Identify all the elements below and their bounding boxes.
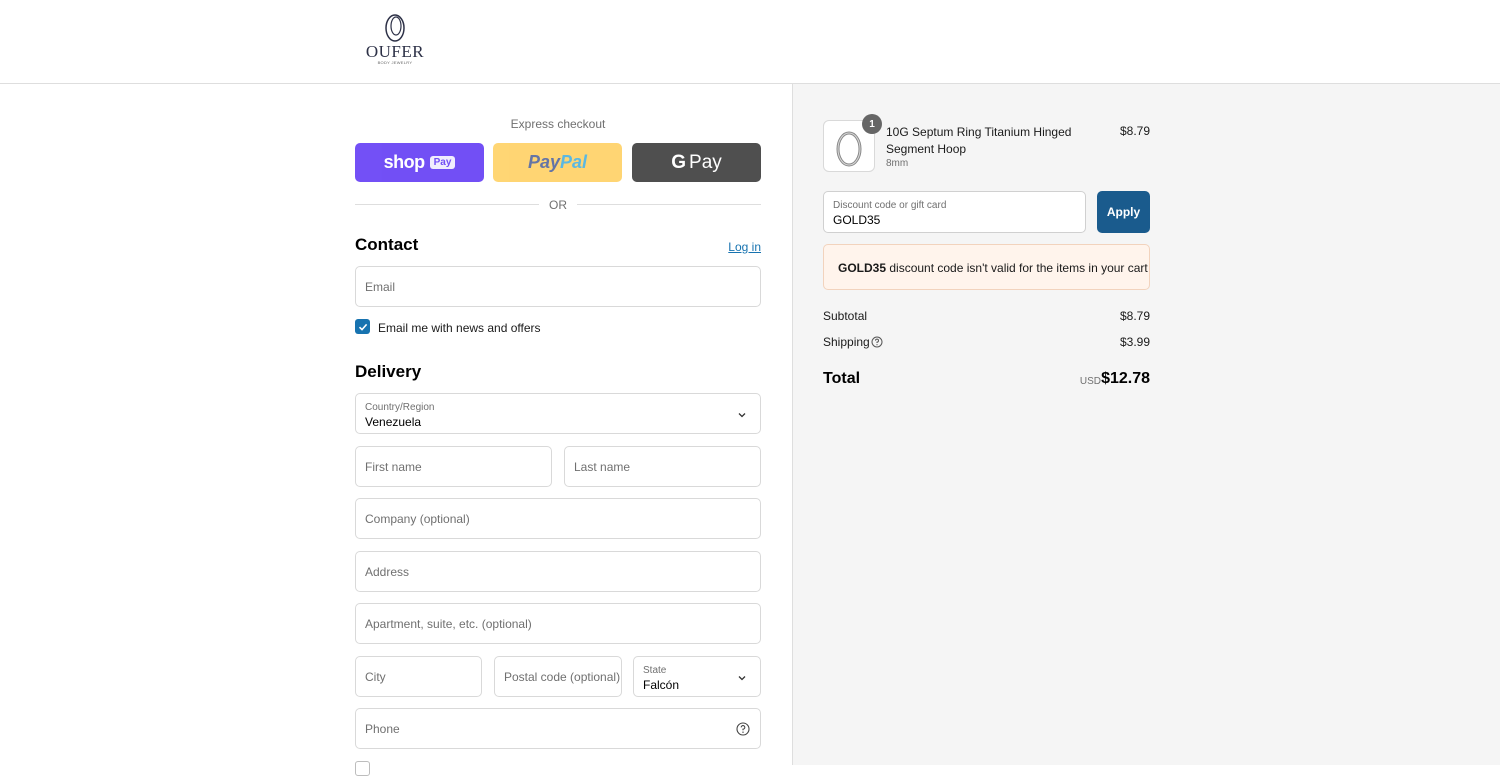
paypal-word-part2: Pal [560, 152, 588, 172]
shipping-value: $3.99 [1119, 335, 1150, 349]
newsletter-label: Email me with news and offers [378, 321, 541, 335]
shop-pay-word: shop [383, 152, 426, 172]
contact-title: Contact [355, 235, 419, 254]
subtotal-label: Subtotal [823, 309, 868, 323]
paypal-word-part1: Pay [527, 152, 560, 172]
country-label: Country/Region [365, 402, 435, 413]
partial-checkbox[interactable] [355, 761, 370, 776]
phone-placeholder: Phone [365, 722, 400, 736]
express-checkout-title: Express checkout [510, 117, 606, 131]
brand-name: OUFER [365, 42, 425, 61]
apartment-placeholder: Apartment, suite, etc. (optional) [365, 617, 532, 631]
state-select[interactable]: State Falcón [633, 656, 761, 697]
delivery-title: Delivery [355, 362, 422, 381]
brand-tagline: BODY JEWELRY [377, 60, 413, 65]
state-label: State [643, 665, 667, 676]
subtotal-value: $8.79 [1119, 309, 1150, 323]
shipping-label: Shipping [823, 335, 870, 349]
first-name-field[interactable]: First name [355, 446, 552, 487]
shipping-help-icon[interactable] [871, 336, 883, 348]
quantity-badge: 1 [862, 114, 882, 134]
brand-logo[interactable]: OUFER BODY JEWELRY [362, 12, 428, 70]
company-placeholder: Company (optional) [365, 512, 470, 526]
header: OUFER BODY JEWELRY [0, 0, 1500, 84]
product-variant: 8mm [886, 158, 909, 169]
shop-pay-button[interactable]: shop Pay [355, 143, 484, 182]
discount-error-text: discount code isn't valid for the items … [886, 261, 1148, 275]
postal-code-placeholder: Postal code (optional) [504, 670, 621, 684]
discount-value: GOLD35 [833, 213, 881, 227]
apartment-field[interactable]: Apartment, suite, etc. (optional) [355, 603, 761, 644]
company-field[interactable]: Company (optional) [355, 498, 761, 539]
total-label: Total [823, 370, 861, 387]
address-field[interactable]: Address [355, 551, 761, 592]
logo-mark-icon [385, 14, 405, 42]
email-field[interactable]: Email [355, 266, 761, 307]
chevron-down-icon [738, 676, 746, 681]
order-summary-pane [792, 84, 1500, 765]
shop-pay-badge: Pay [429, 156, 456, 169]
product-name: 10G Septum Ring Titanium Hinged Segment … [886, 125, 1072, 156]
divider-line-right [577, 204, 761, 205]
or-divider: OR [355, 197, 761, 213]
google-pay-button[interactable]: G Pay [632, 143, 761, 182]
country-value: Venezuela [365, 415, 422, 429]
discount-error-code: GOLD35 [838, 261, 887, 275]
or-label: OR [549, 198, 567, 212]
login-link[interactable]: Log in [700, 240, 761, 254]
google-pay-word: Pay [689, 151, 722, 173]
discount-error-message: GOLD35 discount code isn't valid for the… [838, 261, 1148, 275]
address-placeholder: Address [365, 565, 410, 579]
help-circle-icon[interactable] [736, 722, 750, 736]
last-name-placeholder: Last name [574, 460, 631, 474]
google-g-icon: G [671, 151, 687, 173]
apply-discount-button[interactable]: Apply [1097, 191, 1150, 233]
total-value: $12.78 [1101, 370, 1150, 387]
newsletter-checkbox[interactable] [355, 319, 370, 334]
chevron-down-icon [738, 413, 746, 418]
email-placeholder: Email [365, 280, 396, 294]
country-select[interactable]: Country/Region Venezuela [355, 393, 761, 434]
discount-code-field[interactable]: Discount code or gift card GOLD35 [823, 191, 1086, 233]
state-value: Falcón [643, 678, 680, 692]
paypal-button[interactable]: PayPal [493, 143, 622, 182]
discount-error-banner: GOLD35 discount code isn't valid for the… [823, 244, 1150, 290]
postal-code-field[interactable]: Postal code (optional) [494, 656, 622, 697]
first-name-placeholder: First name [365, 460, 422, 474]
phone-field[interactable]: Phone [355, 708, 761, 749]
last-name-field[interactable]: Last name [564, 446, 761, 487]
paypal-logo: PayPal [528, 152, 587, 173]
discount-label: Discount code or gift card [833, 200, 947, 211]
checkmark-icon [358, 323, 367, 331]
total-currency: USD [1079, 376, 1101, 387]
city-placeholder: City [365, 670, 386, 684]
product-price: $8.79 [1119, 124, 1150, 138]
city-field[interactable]: City [355, 656, 482, 697]
